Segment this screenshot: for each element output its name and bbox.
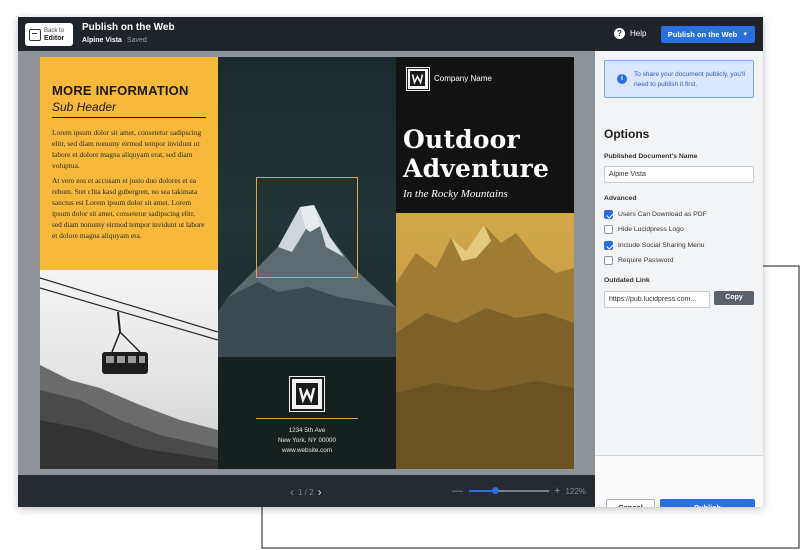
cover-block: Company Name Outdoor Adventure In the Ro… xyxy=(396,57,574,213)
info-banner: i To share your document publicly, you'l… xyxy=(604,60,754,98)
cover-title: Outdoor Adventure xyxy=(403,125,549,183)
page-indicator: 1 / 2 xyxy=(298,487,314,497)
checkbox-box[interactable] xyxy=(604,256,613,265)
chevron-down-icon: ▼ xyxy=(742,31,749,38)
top-bar: Back to Editor Publish on the Web Alpine… xyxy=(18,17,763,51)
info-paragraph-1: Lorem ipsum dolor sit amet, consetetur s… xyxy=(52,128,202,170)
link-field[interactable] xyxy=(604,291,710,308)
brochure-page: MORE INFORMATION Sub Header Lorem ipsum … xyxy=(40,57,574,469)
back-icon xyxy=(29,28,41,41)
address-block: 1234 5th Ave New York, NY 00000 www.webs… xyxy=(218,426,396,456)
publish-window: Back to Editor Publish on the Web Alpine… xyxy=(18,17,763,507)
document-name: Alpine Vista xyxy=(82,37,122,44)
cable-car-photo xyxy=(40,270,218,469)
copy-button[interactable]: Copy xyxy=(714,291,754,305)
stage: Back to Editor Publish on the Web Alpine… xyxy=(0,0,800,550)
info-banner-text: To share your document publicly, you'll … xyxy=(634,71,745,88)
page-navigator: ‹ 1 / 2 › xyxy=(286,485,326,499)
document-name-field[interactable] xyxy=(604,166,754,183)
company-logo-icon xyxy=(406,67,430,91)
chevron-left-icon[interactable]: ‹ xyxy=(290,485,294,499)
page-title: Publish on the Web xyxy=(82,22,175,33)
checkbox-download-pdf[interactable]: Users Can Download as PDF xyxy=(604,210,707,219)
checkbox-hide-logo-label: Hide Lucidpress Logo xyxy=(618,226,684,233)
address-line-2: New York, NY 00000 xyxy=(278,437,336,444)
publish-dropdown-label: Publish on the Web xyxy=(667,30,738,39)
website-line: www.website.com xyxy=(281,447,333,454)
checkmark-icon[interactable] xyxy=(604,210,613,219)
save-status: Saved xyxy=(126,37,147,44)
checkbox-require-password-label: Require Password xyxy=(618,257,674,264)
cover-title-line-1: Outdoor xyxy=(403,125,520,154)
zoom-control: — + 122% xyxy=(452,485,586,497)
help-label: Help xyxy=(630,29,647,38)
bottom-toolbar: ‹ 1 / 2 › — + 122% xyxy=(18,475,595,507)
back-to-editor-button[interactable]: Back to Editor xyxy=(25,23,73,46)
checkbox-hide-logo[interactable]: Hide Lucidpress Logo xyxy=(604,225,684,234)
outdated-link-label: Outdated Link xyxy=(604,277,650,284)
zoom-level: 122% xyxy=(565,486,586,496)
zoom-out-icon[interactable]: — xyxy=(452,485,463,497)
help-button[interactable]: ? Help xyxy=(614,28,646,39)
company-name: Company Name xyxy=(434,74,492,83)
checkbox-require-password[interactable]: Require Password xyxy=(604,256,674,265)
zoom-in-icon[interactable]: + xyxy=(554,485,560,497)
options-panel: i To share your document publicly, you'l… xyxy=(595,51,763,507)
checkmark-icon[interactable] xyxy=(604,241,613,250)
back-label-line1: Back to xyxy=(44,27,65,34)
mountain-photo xyxy=(396,213,574,469)
brochure-panel-right: Company Name Outdoor Adventure In the Ro… xyxy=(396,57,574,469)
cover-title-line-2: Adventure xyxy=(403,154,550,183)
brand-logo-icon xyxy=(289,376,325,412)
document-name-label: Published Document's Name xyxy=(604,153,698,160)
publish-on-web-dropdown[interactable]: Publish on the Web ▼ xyxy=(661,26,755,43)
info-heading: MORE INFORMATION xyxy=(52,83,189,98)
address-line-1: 1234 5th Ave xyxy=(288,427,326,434)
help-icon: ? xyxy=(614,28,625,39)
address-divider xyxy=(256,418,358,419)
info-icon: i xyxy=(617,74,627,84)
brochure-panel-center: 1234 5th Ave New York, NY 00000 www.webs… xyxy=(218,57,396,469)
zoom-slider-fill xyxy=(469,490,495,492)
brochure-panel-left: MORE INFORMATION Sub Header Lorem ipsum … xyxy=(40,57,218,469)
checkbox-box[interactable] xyxy=(604,225,613,234)
cover-subtitle: In the Rocky Mountains xyxy=(403,188,508,200)
cancel-button[interactable]: Cancel xyxy=(606,499,655,507)
back-label-line2: Editor xyxy=(44,34,65,42)
options-title: Options xyxy=(604,127,650,141)
checkbox-download-pdf-label: Users Can Download as PDF xyxy=(618,211,707,218)
info-subheader: Sub Header xyxy=(52,100,206,118)
zoom-slider-handle[interactable] xyxy=(491,487,499,494)
info-paragraph-2: At vero eos et accusam et justo duo dolo… xyxy=(52,176,205,240)
info-body: Lorem ipsum dolor sit amet, consetetur s… xyxy=(52,127,206,241)
chevron-right-icon[interactable]: › xyxy=(318,485,322,499)
document-info: Alpine Vista Saved xyxy=(82,37,147,44)
publish-button[interactable]: Publish xyxy=(660,499,755,507)
document-canvas[interactable]: MORE INFORMATION Sub Header Lorem ipsum … xyxy=(18,51,595,475)
photo-frame xyxy=(256,177,358,278)
zoom-slider[interactable] xyxy=(469,487,549,494)
checkbox-social-sharing-label: Include Social Sharing Menu xyxy=(618,242,705,249)
checkbox-social-sharing[interactable]: Include Social Sharing Menu xyxy=(604,241,705,250)
info-block: MORE INFORMATION Sub Header Lorem ipsum … xyxy=(40,57,218,270)
advanced-label: Advanced xyxy=(604,195,637,202)
